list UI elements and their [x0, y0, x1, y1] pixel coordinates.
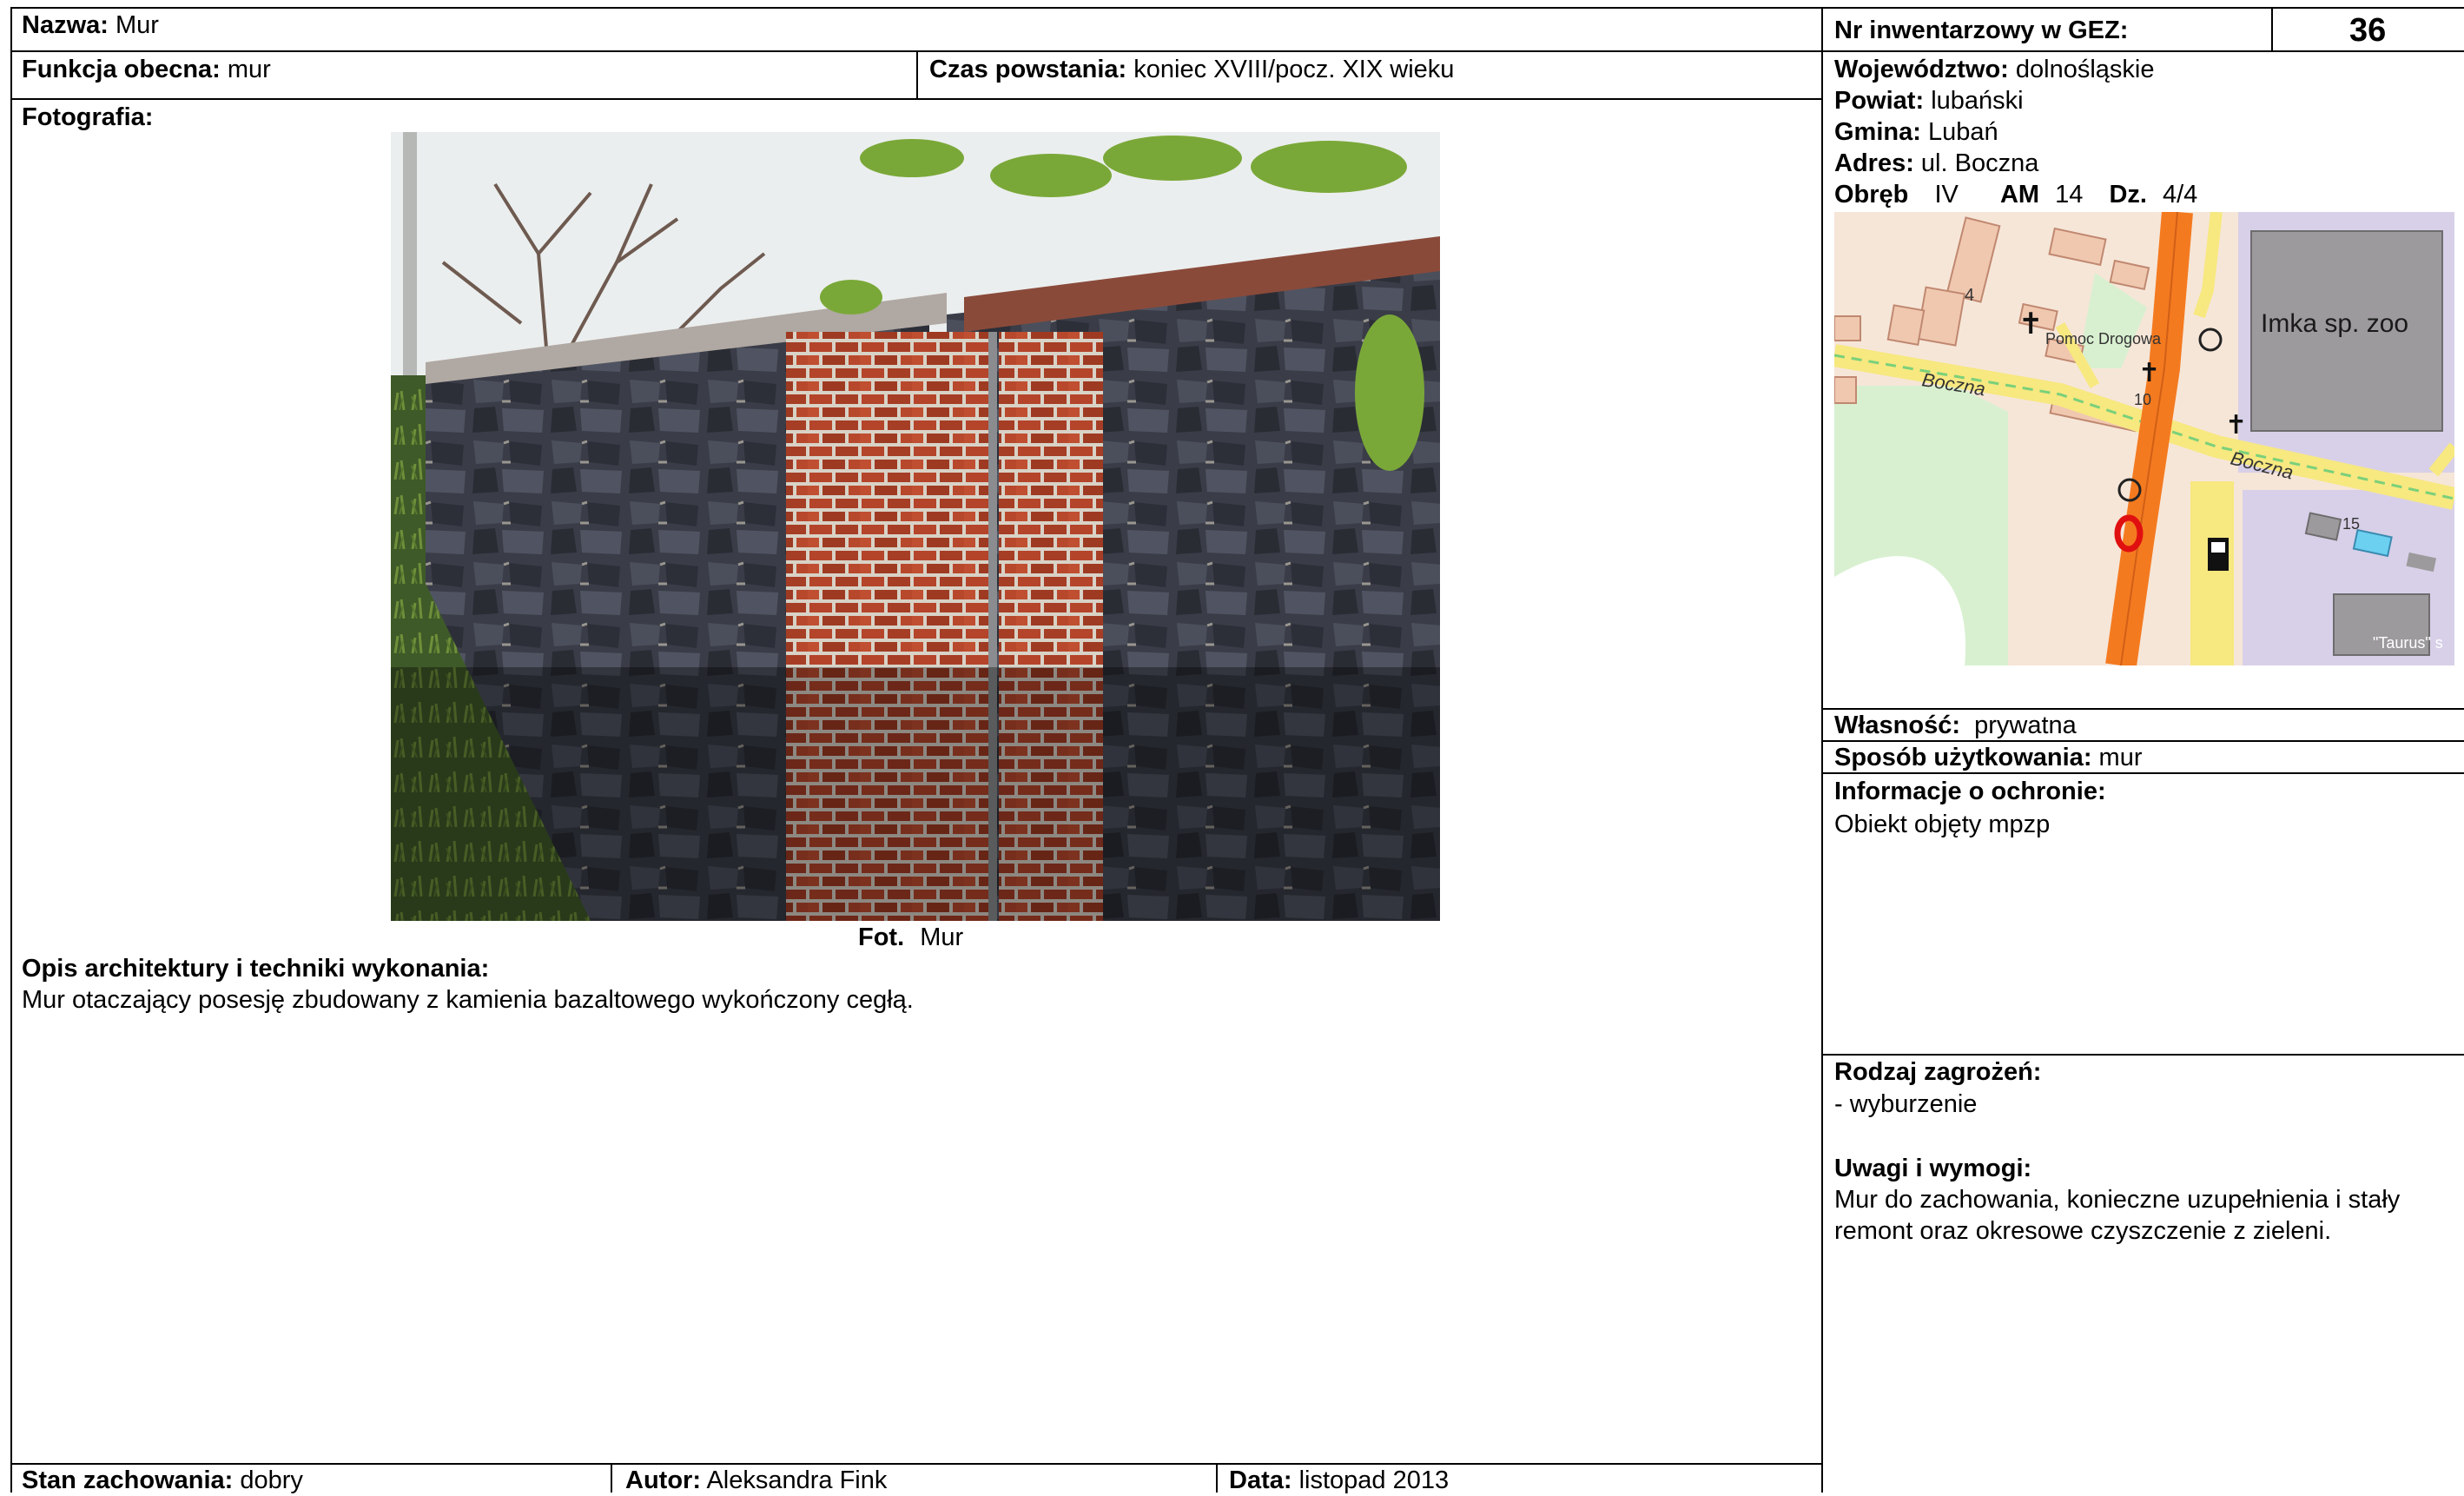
uwagi-label: Uwagi i wymogi: [1834, 1153, 2031, 1184]
row2-divider [916, 50, 918, 98]
czas-label: Czas powstania: [929, 56, 1127, 83]
footer-divider-1 [611, 1463, 612, 1493]
gmina-field: Gmina: Lubań [1834, 116, 1998, 148]
table-left-border [10, 7, 12, 1493]
autor-label: Autor: [625, 1466, 701, 1494]
powiat-field: Powiat: lubański [1834, 85, 2024, 116]
ochrona-label: Informacje o ochronie: [1834, 776, 2106, 807]
wojewodztwo-label: Województwo: [1834, 56, 2009, 83]
row2-bottom-left-border [10, 98, 1821, 100]
data-field: Data: listopad 2013 [1229, 1465, 1449, 1496]
czas-value: koniec XVIII/pocz. XIX wieku [1133, 56, 1455, 83]
obreb-field: Obręb IV AM 14 Dz. 4/4 [1834, 179, 2197, 210]
sposob-value: mur [2098, 744, 2143, 771]
data-label: Data: [1229, 1466, 1292, 1494]
sposob-label: Sposób użytkowania: [1834, 744, 2092, 771]
wlasnosc-value: prywatna [1974, 712, 2077, 739]
autor-value: Aleksandra Fink [706, 1466, 888, 1494]
zagrozenia-label-text: Rodzaj zagrożeń: [1834, 1058, 2042, 1086]
map-label-4: 4 [1965, 286, 1974, 305]
zagrozenia-label: Rodzaj zagrożeń: [1834, 1056, 2041, 1088]
wall-photo [391, 132, 1440, 921]
opis-label-text: Opis architektury i techniki wykonania: [22, 955, 490, 983]
powiat-label: Powiat: [1834, 87, 1925, 115]
wojewodztwo-field: Województwo: dolnośląskie [1834, 54, 2155, 85]
obreb-value: IV [1934, 181, 1959, 209]
photo-caption-label: Fot. [858, 923, 905, 951]
am-value: 14 [2055, 181, 2084, 209]
adres-label: Adres: [1834, 149, 1914, 177]
powiat-value: lubański [1931, 87, 2024, 115]
gmina-value: Lubań [1927, 118, 1998, 146]
czas-field: Czas powstania: koniec XVIII/pocz. XIX w… [929, 54, 1454, 85]
location-map-image: ✝ ✝ ✝ Imka sp. zoo Pomoc Drogowa Boczna … [1834, 212, 2454, 665]
adres-value: ul. Boczna [1920, 149, 2039, 177]
opis-label: Opis architektury i techniki wykonania: [22, 953, 489, 984]
wlasnosc-label: Własność: [1834, 712, 1961, 739]
svg-text:✝: ✝ [2138, 358, 2160, 388]
funkcja-field: Funkcja obecna: mur [22, 54, 271, 85]
nr-value-divider [2271, 7, 2273, 50]
sposob-field: Sposób użytkowania: mur [1834, 742, 2143, 773]
location-map: ✝ ✝ ✝ Imka sp. zoo Pomoc Drogowa Boczna … [1834, 212, 2454, 665]
gmina-label: Gmina: [1834, 118, 1921, 146]
autor-field: Autor: Aleksandra Fink [625, 1465, 887, 1496]
adres-field: Adres: ul. Boczna [1834, 148, 2038, 179]
data-value: listopad 2013 [1298, 1466, 1450, 1494]
nr-inwentarzowy-value: 36 [2349, 12, 2387, 49]
map-label-10: 10 [2134, 391, 2151, 408]
map-label-taurus: "Taurus" s [2373, 634, 2443, 652]
nr-inwentarzowy-label: Nr inwentarzowy w GEZ: [1834, 15, 2128, 46]
ochrona-value: Obiekt objęty mpzp [1834, 811, 2051, 838]
wojewodztwo-value: dolnośląskie [2015, 56, 2155, 83]
right-zagrozenia-top-border [1821, 1054, 2464, 1056]
opis-text: Mur otaczający posesję zbudowany z kamie… [22, 986, 914, 1014]
ochrona-label-text: Informacje o ochronie: [1834, 778, 2106, 805]
svg-text:✝: ✝ [2225, 410, 2247, 440]
fotografia-label: Fotografia: [22, 102, 153, 133]
photo-caption: Fot. Mur [858, 922, 963, 953]
map-label-company: Imka sp. zoo [2261, 309, 2408, 338]
uwagi-line-1: Mur do zachowania, konieczne uzupełnieni… [1834, 1186, 2401, 1214]
fotografia-label-text: Fotografia: [22, 103, 154, 131]
funkcja-value: mur [227, 56, 271, 83]
map-label-15: 15 [2342, 515, 2360, 533]
funkcja-label: Funkcja obecna: [22, 56, 221, 83]
stan-value: dobry [240, 1466, 303, 1494]
dz-value: 4/4 [2163, 181, 2198, 209]
zagrozenia-value: - wyburzenie [1834, 1090, 1978, 1118]
footer-divider-2 [1216, 1463, 1218, 1493]
nr-label-text: Nr inwentarzowy w GEZ: [1834, 17, 2129, 44]
uwagi-label-text: Uwagi i wymogi: [1834, 1155, 2032, 1182]
am-label: AM [1999, 181, 2040, 209]
obreb-label: Obręb [1834, 181, 1909, 209]
nazwa-value: Mur [115, 11, 159, 39]
nazwa-field: Nazwa: Mur [22, 10, 159, 41]
column-divider [1821, 7, 1823, 1493]
table-top-border [10, 7, 2464, 9]
stan-label: Stan zachowania: [22, 1466, 234, 1494]
wall-photo-image [391, 132, 1440, 921]
map-label-pomoc: Pomoc Drogowa [2045, 330, 2162, 348]
wlasnosc-field: Własność: prywatna [1834, 710, 2077, 741]
uwagi-line-2: remont oraz okresowe czyszczenie z ziele… [1834, 1217, 2332, 1245]
nazwa-label: Nazwa: [22, 11, 109, 39]
stan-field: Stan zachowania: dobry [22, 1465, 303, 1496]
svg-text:✝: ✝ [2018, 307, 2044, 341]
dz-label: Dz. [2109, 181, 2147, 209]
row1-bottom-border [10, 50, 2464, 52]
photo-caption-value: Mur [920, 923, 964, 951]
